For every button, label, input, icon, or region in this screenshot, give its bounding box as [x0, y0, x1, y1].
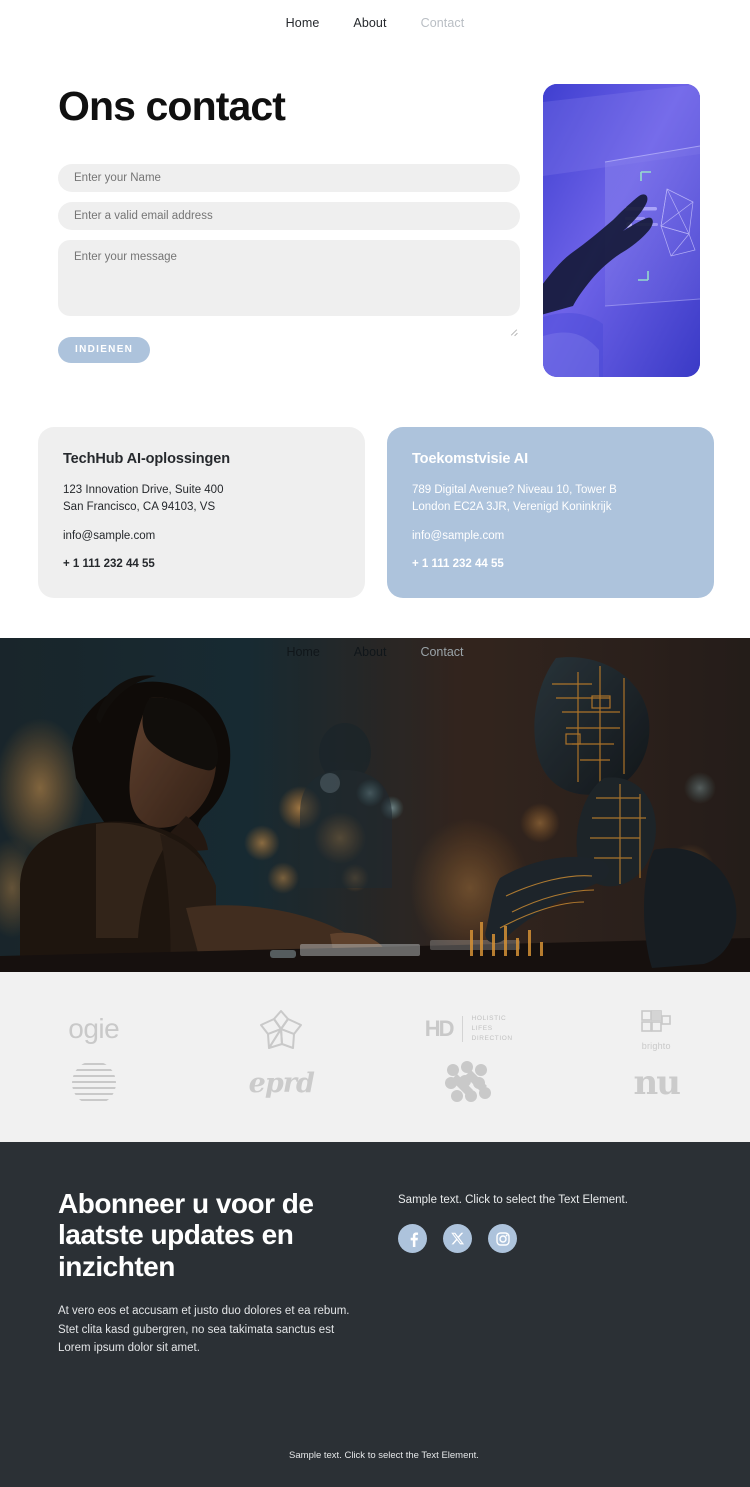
resize-grip-icon — [510, 327, 518, 335]
x-twitter-icon[interactable] — [443, 1224, 472, 1254]
card-email[interactable]: info@sample.com — [412, 528, 689, 545]
card-title: Toekomstvisie AI — [412, 451, 529, 467]
instagram-icon[interactable] — [488, 1224, 517, 1254]
logo-nu[interactable]: nu — [572, 1063, 740, 1103]
flower-mark-icon — [260, 1010, 303, 1050]
instagram-glyph — [495, 1231, 510, 1246]
message-field-wrapper — [58, 239, 520, 337]
card-address-line-2: San Francisco, CA 94103, VS — [63, 500, 216, 513]
logo-flower[interactable] — [197, 1005, 365, 1053]
logo-dot-cluster[interactable] — [385, 1060, 553, 1106]
hand-touch-screen-illustration — [543, 84, 700, 377]
logo-ogie-wordmark: ogie — [68, 1013, 120, 1045]
hero-nav-item-contact[interactable]: Contact — [420, 645, 463, 659]
logo-ogie[interactable]: ogie — [10, 1013, 178, 1045]
nav-item-contact[interactable]: Contact — [421, 16, 465, 30]
social-links — [398, 1224, 628, 1254]
card-address-line-2: London EC2A 3JR, Verenigd Koninkrijk — [412, 500, 612, 513]
hero-nav-item-about[interactable]: About — [354, 645, 387, 659]
nav-item-home[interactable]: Home — [286, 16, 320, 30]
hero-image-band: Home About Contact — [0, 638, 750, 973]
footer-bottom-text: Sample text. Click to select the Text El… — [289, 1449, 479, 1461]
facebook-icon[interactable] — [398, 1224, 427, 1254]
hd-tagline: HOLISTIC LIFES DIRECTION — [471, 1015, 513, 1042]
card-email[interactable]: info@sample.com — [63, 528, 340, 545]
logo-holistic-lifes-direction[interactable]: HD HOLISTIC LIFES DIRECTION — [385, 1014, 553, 1043]
footer-right-column: Sample text. Click to select the Text El… — [398, 1188, 628, 1358]
logo-row-1: ogie HD HOLISTIC LIFES DIRECTION brighto — [0, 1002, 750, 1056]
footer-left-column: Abonneer u voor de laatste updates en in… — [58, 1188, 358, 1358]
dot-cluster-icon — [444, 1061, 491, 1103]
contact-card-toekomstvisie: Toekomstvisie AI 789 Digital Avenue? Niv… — [387, 427, 714, 599]
logo-row-2: eprd nu — [0, 1056, 750, 1110]
card-phone[interactable]: + 1 111 232 44 55 — [412, 558, 689, 570]
striped-circle-icon — [71, 1063, 116, 1102]
logo-striped-circle[interactable] — [10, 1058, 178, 1108]
name-input[interactable] — [58, 163, 520, 192]
contact-card-techhub: TechHub AI-oplossingen 123 Innovation Dr… — [38, 427, 365, 599]
hero-nav-item-home[interactable]: Home — [286, 645, 319, 659]
submit-button[interactable]: INDIENEN — [58, 336, 151, 363]
footer-body-line-1: At vero eos et accusam et justo duo dolo… — [58, 1305, 350, 1318]
card-title: TechHub AI-oplossingen — [63, 451, 230, 467]
divider — [461, 1016, 463, 1043]
hero-navigation: Home About Contact — [0, 638, 750, 666]
email-input[interactable] — [58, 201, 520, 230]
nu-wordmark: nu — [633, 1063, 681, 1104]
contact-section: Ons contact INDIENEN — [0, 46, 750, 377]
card-phone[interactable]: + 1 111 232 44 55 — [63, 558, 340, 570]
message-textarea[interactable] — [58, 239, 520, 316]
contact-side-image — [543, 84, 700, 377]
card-address-line-1: 123 Innovation Drive, Suite 400 — [63, 484, 224, 496]
partner-logos-section: ogie HD HOLISTIC LIFES DIRECTION brighto… — [0, 972, 750, 1143]
brighto-blocks-icon — [641, 1009, 672, 1032]
x-glyph — [451, 1232, 465, 1245]
top-navigation: Home About Contact — [0, 0, 750, 46]
card-address-line-1: 789 Digital Avenue? Niveau 10, Tower B — [412, 484, 617, 496]
logo-eprd[interactable]: eprd — [197, 1068, 365, 1099]
footer-body-line-3: Lorem ipsum dolor sit amet. — [58, 1342, 200, 1355]
site-footer: Abonneer u voor de laatste updates en in… — [0, 1142, 750, 1487]
page-title: Ons contact — [58, 83, 286, 129]
brighto-label: brighto — [641, 1040, 671, 1051]
hd-monogram: HD — [424, 1016, 455, 1042]
footer-body: At vero eos et accusam et justo duo dolo… — [58, 1302, 358, 1358]
logo-brighto[interactable]: brighto — [572, 1008, 740, 1051]
ai-workspace-illustration — [0, 638, 750, 973]
footer-title: Abonneer u voor de laatste updates en in… — [58, 1188, 314, 1282]
eprd-wordmark: eprd — [248, 1067, 315, 1099]
contact-form-column: Ons contact INDIENEN — [58, 83, 521, 377]
footer-sample-text: Sample text. Click to select the Text El… — [398, 1194, 628, 1207]
nav-item-about[interactable]: About — [353, 16, 386, 30]
footer-body-line-2: Stet clita kasd gubergren, no sea takima… — [58, 1323, 335, 1336]
facebook-glyph — [410, 1231, 418, 1247]
contact-cards: TechHub AI-oplossingen 123 Innovation Dr… — [0, 377, 750, 599]
